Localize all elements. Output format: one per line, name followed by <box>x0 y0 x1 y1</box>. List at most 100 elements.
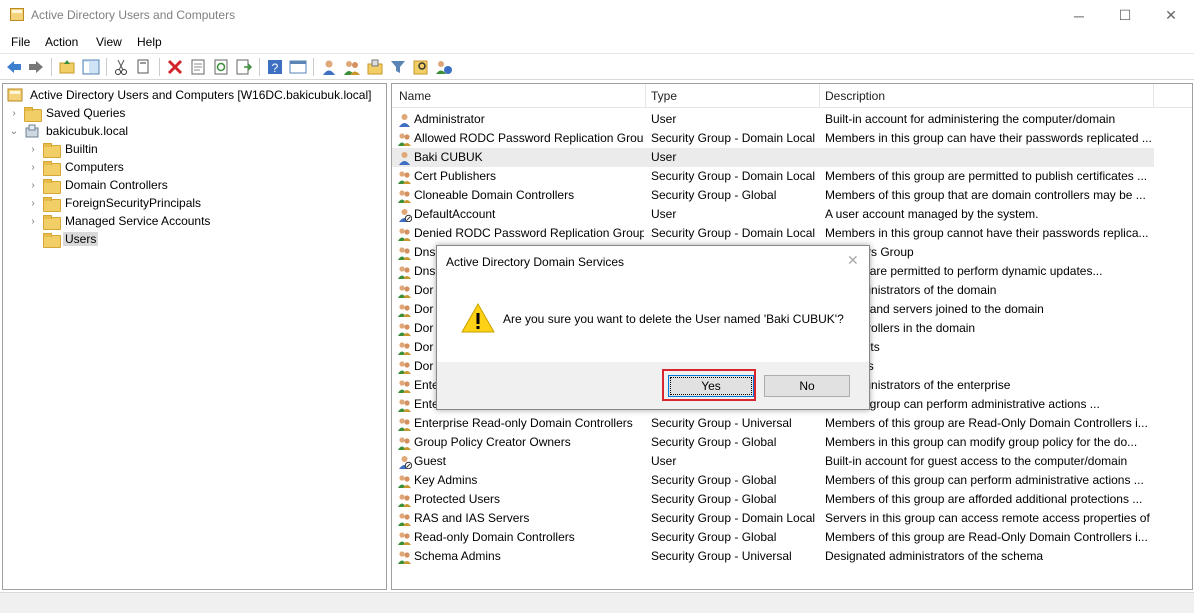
table-row[interactable]: Cert Publishers Security Group - Domain L… <box>392 167 1154 186</box>
cell-name: Group Policy Creator Owners <box>414 435 571 449</box>
table-row[interactable]: Schema Admins Security Group - Universal D… <box>392 547 1154 566</box>
delete-icon[interactable] <box>166 58 184 76</box>
tree-item-foreign-security-principals[interactable]: › ForeignSecurityPrincipals <box>28 194 203 212</box>
chevron-right-icon[interactable]: › <box>28 144 38 155</box>
tree-item-domain-controllers[interactable]: › Domain Controllers <box>28 176 170 194</box>
tree-item-domain[interactable]: ⌄ bakicubuk.local <box>9 122 130 140</box>
yes-button-highlight <box>662 369 756 401</box>
minimize-icon: ─ <box>1074 7 1084 24</box>
group-icon <box>398 475 411 488</box>
group-icon <box>398 304 411 317</box>
maximize-button[interactable]: ☐ <box>1102 0 1148 31</box>
chevron-right-icon[interactable]: › <box>28 180 38 191</box>
tree-root-label: Active Directory Users and Computers [W1… <box>30 88 372 102</box>
add-to-group-icon[interactable] <box>435 58 453 76</box>
chevron-right-icon[interactable]: › <box>28 198 38 209</box>
cell-name: Key Admins <box>414 473 478 487</box>
tree-item-users[interactable]: Users <box>28 230 99 248</box>
group-icon <box>398 266 411 279</box>
column-header-type[interactable]: Type <box>651 89 677 103</box>
tree-item-builtin[interactable]: › Builtin <box>28 140 100 158</box>
tree-root[interactable]: Active Directory Users and Computers [W1… <box>7 86 373 104</box>
table-row[interactable]: Baki CUBUK User <box>392 148 1154 167</box>
table-row[interactable]: Group Policy Creator Owners Security Grou… <box>392 433 1154 452</box>
cell-description: Servers in this group can access remote … <box>825 511 1151 525</box>
chevron-right-icon[interactable]: › <box>28 162 38 173</box>
tree-item-managed-service-accounts[interactable]: › Managed Service Accounts <box>28 212 212 230</box>
help-icon[interactable]: ? <box>266 58 284 76</box>
table-row[interactable]: Administrator User Built-in account for ad… <box>392 110 1154 129</box>
table-row[interactable]: Protected Users Security Group - Global Me… <box>392 490 1154 509</box>
folder-icon <box>43 142 61 158</box>
show-console-tree-icon[interactable] <box>82 58 100 76</box>
toolbar-separator <box>51 58 52 76</box>
cell-name: Cloneable Domain Controllers <box>414 188 575 202</box>
minimize-button[interactable]: ─ <box>1056 0 1102 31</box>
cell-description: ain users <box>825 359 1151 373</box>
column-divider[interactable] <box>1153 84 1154 108</box>
console-tree[interactable]: Active Directory Users and Computers [W1… <box>2 83 387 590</box>
export-list-icon[interactable] <box>235 58 253 76</box>
table-row[interactable]: DefaultAccount User A user account managed… <box>392 205 1154 224</box>
menu-file[interactable]: File <box>11 35 30 49</box>
new-user-icon[interactable] <box>320 58 338 76</box>
chevron-right-icon[interactable]: › <box>9 108 19 119</box>
group-icon <box>398 171 411 184</box>
menu-action[interactable]: Action <box>45 35 78 49</box>
tree-item-saved-queries[interactable]: › Saved Queries <box>9 104 127 122</box>
cell-description: Members in this group can modify group p… <box>825 435 1138 449</box>
cell-name: Cert Publishers <box>414 169 497 183</box>
up-folder-icon[interactable] <box>58 58 76 76</box>
cell-type: Security Group - Domain Local <box>651 131 816 145</box>
window-title: Active Directory Users and Computers <box>31 8 236 22</box>
toolbar-separator <box>106 58 107 76</box>
column-divider[interactable] <box>819 84 820 108</box>
cell-type: User <box>651 454 677 468</box>
maximize-icon: ☐ <box>1118 7 1132 23</box>
group-icon <box>398 133 411 146</box>
cut-icon[interactable] <box>112 58 130 76</box>
cell-description: ain guests <box>825 340 1151 354</box>
refresh-icon[interactable] <box>212 58 230 76</box>
back-icon[interactable] <box>5 58 23 76</box>
new-group-icon[interactable] <box>343 58 361 76</box>
column-divider[interactable] <box>645 84 646 108</box>
column-header-name[interactable]: Name <box>399 89 431 103</box>
cell-name: Read-only Domain Controllers <box>414 530 575 544</box>
disabled-user-icon <box>399 209 412 222</box>
list-header: Name Type Description <box>392 84 1192 108</box>
close-button[interactable]: ✕ <box>1148 0 1194 31</box>
cell-description: Members in this group can have their pas… <box>825 131 1151 145</box>
table-row[interactable]: Denied RODC Password Replication Group Se… <box>392 224 1154 243</box>
folder-icon <box>43 160 61 176</box>
new-ou-icon[interactable] <box>366 58 384 76</box>
menu-view[interactable]: View <box>96 35 122 49</box>
chevron-right-icon[interactable]: › <box>28 216 38 227</box>
group-icon <box>398 494 411 507</box>
group-icon <box>398 418 411 431</box>
cell-name: Enterprise Read-only Domain Controllers <box>414 416 633 430</box>
table-row[interactable]: Key Admins Security Group - Global Members… <box>392 471 1154 490</box>
table-row[interactable]: Read-only Domain Controllers Security Gro… <box>392 528 1154 547</box>
properties-icon[interactable] <box>189 58 207 76</box>
forward-icon[interactable] <box>27 58 45 76</box>
copy-icon[interactable] <box>135 58 153 76</box>
console-view-icon[interactable] <box>289 58 307 76</box>
no-button[interactable]: No <box>764 375 850 397</box>
tree-item-computers[interactable]: › Computers <box>28 158 126 176</box>
title-bar: Active Directory Users and Computers ─ ☐… <box>0 0 1194 31</box>
table-row[interactable]: RAS and IAS Servers Security Group - Doma… <box>392 509 1154 528</box>
column-header-description[interactable]: Description <box>825 89 885 103</box>
filter-icon[interactable] <box>389 58 407 76</box>
table-row[interactable]: Enterprise Read-only Domain Controllers S… <box>392 414 1154 433</box>
cell-type: Security Group - Global <box>651 188 777 202</box>
table-row[interactable]: Allowed RODC Password Replication Group S… <box>392 129 1154 148</box>
cell-name: Protected Users <box>414 492 501 506</box>
table-row[interactable]: Cloneable Domain Controllers Security Gro… <box>392 186 1154 205</box>
find-icon[interactable] <box>412 58 430 76</box>
chevron-down-icon[interactable]: ⌄ <box>9 126 19 137</box>
group-icon <box>398 513 411 526</box>
menu-help[interactable]: Help <box>137 35 162 49</box>
table-row[interactable]: Guest User Built-in account for guest acce… <box>392 452 1154 471</box>
dialog-close-icon[interactable]: ✕ <box>847 252 859 269</box>
